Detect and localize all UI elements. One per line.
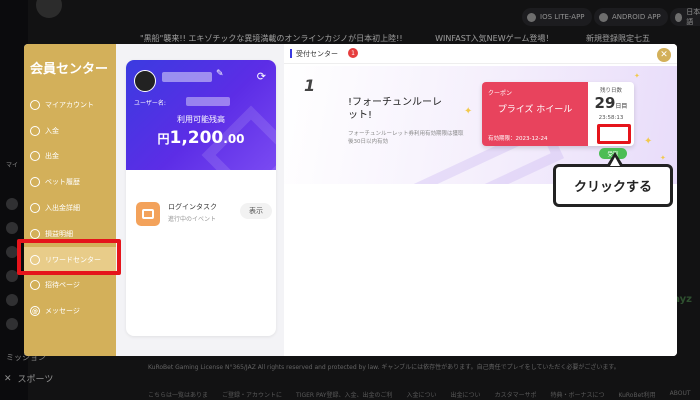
username-label: ユーザー名: bbox=[134, 100, 166, 107]
click-here-callout: クリックする bbox=[553, 164, 673, 207]
message-icon: @ bbox=[30, 306, 40, 317]
sparkle-icon: ✦ bbox=[660, 154, 666, 162]
header-accent-bar bbox=[290, 49, 292, 58]
task-icon bbox=[136, 202, 160, 226]
callout-pointer-inner bbox=[610, 157, 620, 166]
coupon-main: クーポン プライズ ホイール 有効期限：2023-12-24 bbox=[482, 82, 588, 146]
promo-title: !フォーチュンルーレット! bbox=[348, 97, 443, 121]
remaining-days-label: 残り日数 bbox=[599, 88, 622, 94]
reward-index: 1 bbox=[304, 76, 316, 95]
sparkle-icon: ✦ bbox=[644, 136, 653, 147]
login-task: ログインタスク 進行中のイベント 表示 bbox=[136, 198, 272, 234]
edit-icon[interactable]: ✎ bbox=[216, 69, 224, 79]
promo-description: フォーチュンルーレット券利用有効期限は獲取後30日以内有効 bbox=[348, 131, 464, 145]
account-icon bbox=[30, 99, 40, 110]
sparkle-icon: ✦ bbox=[634, 72, 640, 80]
nav-transaction-details[interactable]: 入出金詳細 bbox=[24, 195, 116, 221]
nav-bet-history[interactable]: ベット履歴 bbox=[24, 169, 116, 195]
notification-badge: 1 bbox=[348, 48, 358, 58]
blurred-nickname bbox=[162, 72, 212, 82]
nav-withdraw[interactable]: 出金 bbox=[24, 144, 116, 170]
task-view-button[interactable]: 表示 bbox=[240, 203, 272, 219]
coupon-name: プライズ ホイール bbox=[497, 105, 573, 115]
member-nav: マイアカウント 入金 出金 ベット履歴 入出金詳細 損益明細 リワードセンター … bbox=[24, 92, 116, 324]
nav-messages[interactable]: @ メッセージ bbox=[24, 298, 116, 324]
coupon-type: クーポン bbox=[488, 90, 513, 97]
sparkle-icon: ✦ bbox=[464, 106, 473, 117]
nav-my-account[interactable]: マイアカウント bbox=[24, 92, 116, 118]
reception-title: 受付センター bbox=[296, 50, 338, 58]
bet-history-icon bbox=[30, 177, 40, 188]
transaction-icon bbox=[30, 203, 40, 214]
reception-header: 受付センター 1 bbox=[284, 44, 677, 64]
member-center-title: 会員センター bbox=[30, 62, 109, 77]
available-balance-label: 利用可能残高 bbox=[177, 115, 225, 124]
claim-button-highlight bbox=[597, 124, 631, 144]
deposit-icon bbox=[30, 125, 40, 136]
refresh-icon[interactable]: ⟳ bbox=[257, 70, 266, 83]
member-center-sidebar: 会員センター マイアカウント 入金 出金 ベット履歴 入出金詳細 損益明細 リワ… bbox=[24, 44, 116, 356]
balance-card: ✎ ⟳ ユーザー名: 利用可能残高 円1,200.00 bbox=[126, 60, 276, 205]
coupon-expiry: 有効期限：2023-12-24 bbox=[488, 136, 548, 142]
account-panel: ✎ ⟳ ユーザー名: 利用可能残高 円1,200.00 ログインタスク 進行中の… bbox=[126, 60, 276, 336]
avatar[interactable] bbox=[134, 70, 156, 92]
withdraw-icon bbox=[30, 151, 40, 162]
reward-center-highlight bbox=[17, 239, 121, 275]
nav-invite[interactable]: 招待ページ bbox=[24, 273, 116, 299]
task-name: ログインタスク bbox=[168, 203, 217, 211]
balance-amount: 円1,200.00 bbox=[157, 128, 245, 148]
blurred-username bbox=[186, 97, 230, 106]
task-status: 進行中のイベント bbox=[168, 216, 217, 223]
profit-icon bbox=[30, 228, 40, 239]
nav-deposit[interactable]: 入金 bbox=[24, 118, 116, 144]
close-icon[interactable]: ✕ bbox=[657, 48, 671, 62]
remaining-days: 29日目 bbox=[594, 94, 628, 112]
remaining-time: 23:58:13 bbox=[598, 115, 624, 121]
invite-icon bbox=[30, 280, 40, 291]
